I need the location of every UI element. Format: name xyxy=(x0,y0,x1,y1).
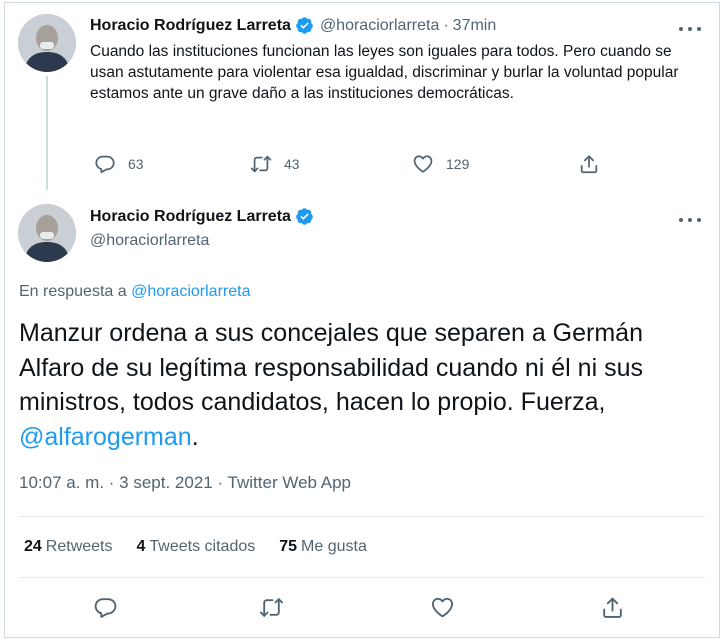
avatar[interactable] xyxy=(18,14,76,72)
author-handle[interactable]: @horaciorlarreta xyxy=(320,17,439,35)
like-button[interactable]: 129 xyxy=(412,153,469,175)
tweet-meta: 10:07 a. m. · 3 sept. 2021 · Twitter Web… xyxy=(19,473,351,493)
tweet-actions: 129 xyxy=(412,153,469,175)
quotes-count: 4 xyxy=(136,538,146,555)
divider xyxy=(19,516,705,517)
reply-to-link[interactable]: @horaciorlarreta xyxy=(131,283,250,300)
heart-icon xyxy=(413,155,433,173)
more-icon[interactable] xyxy=(679,212,701,228)
reply-prefix: En respuesta a xyxy=(19,283,127,300)
mention-link[interactable]: @alfarogerman xyxy=(19,423,192,451)
reply-button[interactable] xyxy=(90,592,120,622)
tweet-time[interactable]: 37min xyxy=(453,17,497,35)
likes-label: Me gusta xyxy=(301,538,367,555)
divider xyxy=(19,577,705,578)
verified-badge-icon xyxy=(296,17,313,34)
tweet-text: Manzur ordena a sus concejales que separ… xyxy=(19,316,709,454)
reply-button[interactable]: 63 xyxy=(94,153,144,175)
more-icon[interactable] xyxy=(679,21,701,37)
heart-icon xyxy=(431,597,453,617)
separator: · xyxy=(443,16,449,34)
tweet-header: Horacio Rodríguez Larreta @horaciorlarre… xyxy=(90,16,496,35)
retweet-icon xyxy=(259,597,283,617)
author-name[interactable]: Horacio Rodríguez Larreta xyxy=(90,208,291,226)
tweet-timestamp[interactable]: 10:07 a. m. · 3 sept. 2021 · xyxy=(19,473,228,492)
avatar-photo-icon xyxy=(18,14,76,72)
quotes-stat[interactable]: 4 Tweets citados xyxy=(137,538,256,556)
tweet-actions: 63 xyxy=(94,153,144,175)
comment-icon xyxy=(94,597,116,618)
avatar[interactable] xyxy=(18,204,76,262)
retweet-button[interactable] xyxy=(256,592,286,622)
tweet-actions xyxy=(578,153,600,175)
like-button[interactable] xyxy=(427,592,457,622)
author-handle[interactable]: @horaciorlarreta xyxy=(90,232,209,250)
retweet-icon xyxy=(250,155,272,173)
retweets-count: 24 xyxy=(24,538,42,555)
retweet-count: 43 xyxy=(284,156,300,172)
likes-count: 75 xyxy=(279,538,298,555)
author-name-row: Horacio Rodríguez Larreta xyxy=(90,207,314,226)
share-icon xyxy=(602,597,622,618)
retweets-stat[interactable]: 24 Retweets xyxy=(24,538,113,556)
tweet-text-body: Manzur ordena a sus concejales que separ… xyxy=(19,319,643,416)
comment-icon xyxy=(95,155,115,174)
share-icon xyxy=(580,155,598,174)
tweet-actions: 43 xyxy=(250,153,300,175)
thread-connector xyxy=(46,76,48,190)
share-button[interactable] xyxy=(578,153,600,175)
like-count: 129 xyxy=(446,156,470,172)
verified-badge-icon xyxy=(296,208,313,225)
tweet-text-end: . xyxy=(191,422,199,451)
share-button[interactable] xyxy=(597,592,627,622)
likes-stat[interactable]: 75 Me gusta xyxy=(279,538,367,556)
reply-count: 63 xyxy=(128,156,144,172)
reply-context: En respuesta a @horaciorlarreta xyxy=(19,283,250,301)
tweet-stats: 24 Retweets 4 Tweets citados 75 Me gusta xyxy=(24,538,391,556)
tweet-source[interactable]: Twitter Web App xyxy=(228,473,351,492)
main-tweet-actions xyxy=(0,592,724,622)
retweet-button[interactable]: 43 xyxy=(250,153,300,175)
tweet-text: Cuando las instituciones funcionan las l… xyxy=(90,43,679,102)
retweets-label: Retweets xyxy=(45,538,113,555)
author-name[interactable]: Horacio Rodríguez Larreta xyxy=(90,17,291,35)
quotes-label: Tweets citados xyxy=(149,538,256,555)
avatar-photo-icon xyxy=(18,204,76,262)
